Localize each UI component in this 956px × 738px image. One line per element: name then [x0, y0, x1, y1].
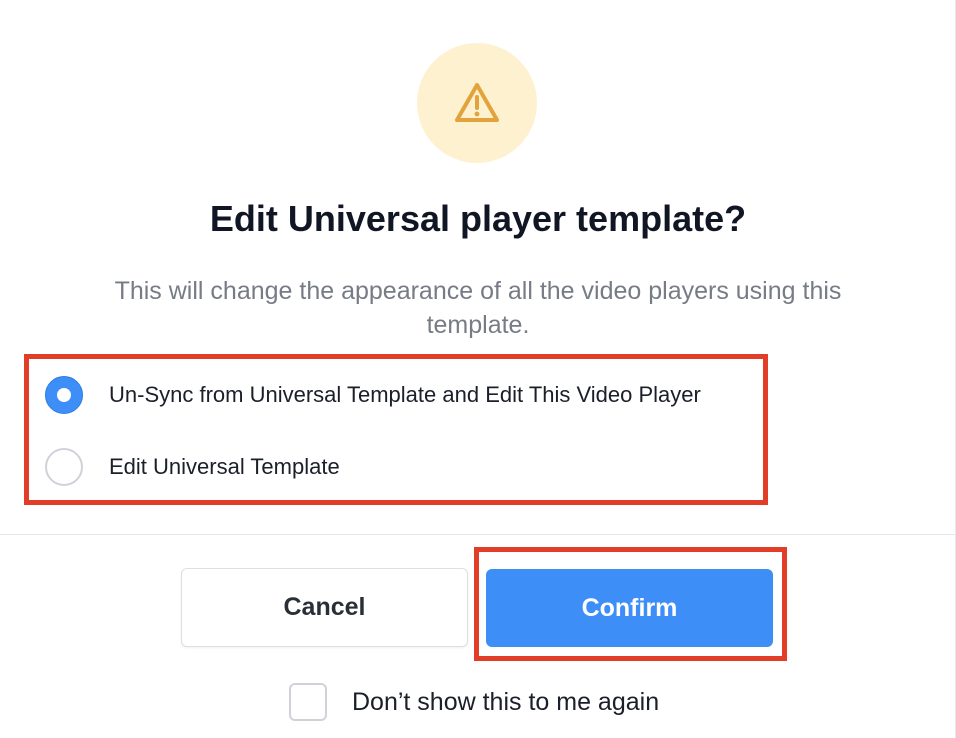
warning-icon	[455, 83, 499, 122]
cancel-button[interactable]: Cancel	[181, 568, 468, 647]
dont-show-label: Don’t show this to me again	[352, 687, 660, 716]
radio-selected[interactable]	[45, 376, 83, 414]
option-edit-universal-label: Edit Universal Template	[109, 454, 340, 479]
footer-divider	[0, 534, 956, 535]
option-unsync[interactable]: Un-Sync from Universal Template and Edit…	[45, 375, 701, 415]
dont-show-again[interactable]: Don’t show this to me again	[289, 682, 659, 722]
warning-badge	[417, 43, 537, 163]
radio-unselected[interactable]	[45, 448, 83, 486]
confirm-dialog: Edit Universal player template? This wil…	[0, 0, 956, 738]
dont-show-checkbox[interactable]	[289, 683, 327, 721]
dialog-description: This will change the appearance of all t…	[114, 277, 842, 339]
option-unsync-label: Un-Sync from Universal Template and Edit…	[109, 382, 701, 407]
dialog-title: Edit Universal player template?	[209, 198, 747, 239]
confirm-button[interactable]: Confirm	[486, 569, 773, 647]
option-edit-universal[interactable]: Edit Universal Template	[45, 447, 340, 487]
